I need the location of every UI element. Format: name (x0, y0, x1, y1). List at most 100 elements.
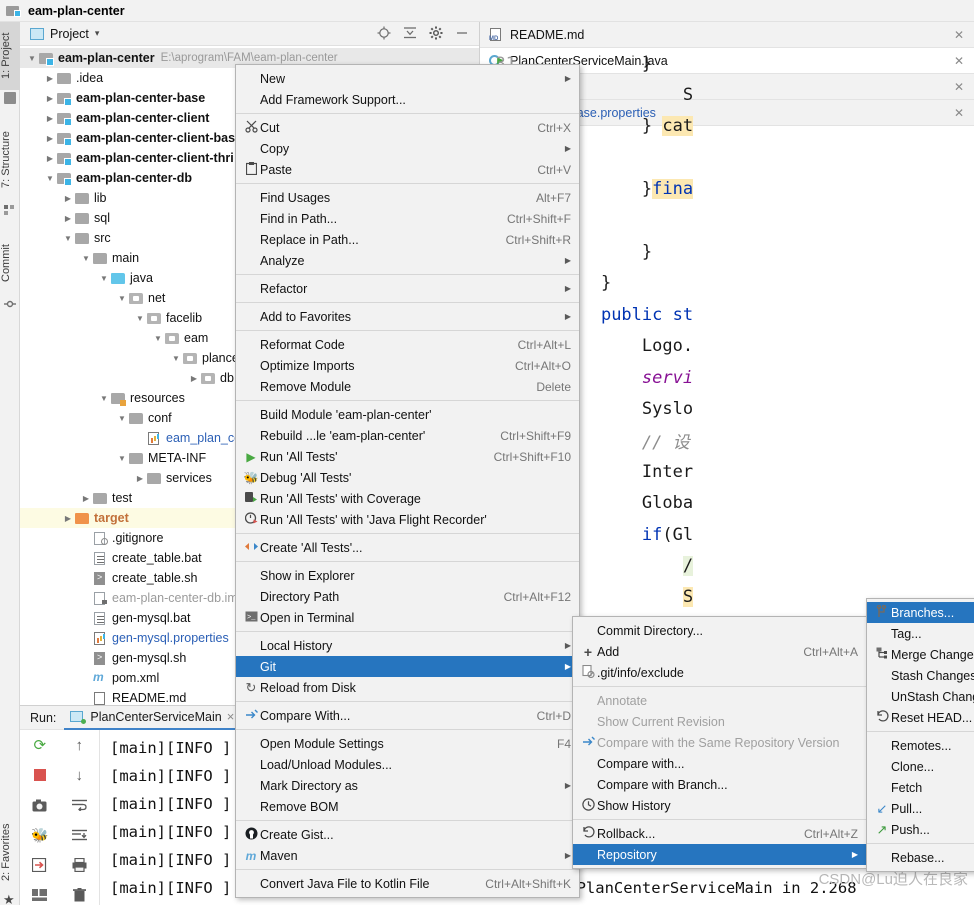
chevron-right-icon[interactable]: ▶ (62, 194, 74, 203)
hide-panel-icon[interactable] (455, 26, 469, 42)
menu-item[interactable]: Repository ▶ (573, 844, 866, 865)
chevron-right-icon[interactable]: ▶ (188, 374, 200, 383)
chevron-right-icon[interactable]: ▶ (62, 214, 74, 223)
menu-item[interactable]: Compare with... (573, 753, 866, 774)
run-tab-close-icon[interactable]: × (227, 709, 235, 724)
menu-item[interactable]: Mark Directory as ▶ (236, 775, 579, 796)
menu-item[interactable]: Merge Changes... (867, 644, 974, 665)
collapse-all-icon[interactable] (403, 26, 417, 42)
menu-item[interactable]: Replace in Path... Ctrl+Shift+R (236, 229, 579, 250)
repository-submenu[interactable]: Branches... Tag... Merge Changes... Stash C… (866, 598, 974, 872)
menu-item[interactable]: Compare With... Ctrl+D (236, 705, 579, 726)
menu-item[interactable]: New ▶ (236, 68, 579, 89)
menu-item[interactable]: Rollback... Ctrl+Alt+Z (573, 823, 866, 844)
menu-item[interactable]: Git ▶ (236, 656, 579, 677)
menu-item[interactable]: Analyze ▶ (236, 250, 579, 271)
menu-item[interactable]: Refactor ▶ (236, 278, 579, 299)
sidebar-tab-commit[interactable]: Commit (0, 230, 20, 296)
menu-item[interactable]: Commit Directory... (573, 620, 866, 641)
menu-item[interactable]: ↗ Push... (867, 819, 974, 840)
menu-item[interactable]: Paste Ctrl+V (236, 159, 579, 180)
menu-item[interactable]: >_ Open in Terminal (236, 607, 579, 628)
trash-icon[interactable] (70, 886, 88, 904)
menu-item[interactable]: ↻ Reload from Disk (236, 677, 579, 698)
chevron-down-icon[interactable]: ▼ (98, 274, 110, 283)
menu-item[interactable]: 🐝 Debug 'All Tests' (236, 467, 579, 488)
locate-icon[interactable] (377, 26, 391, 42)
menu-item[interactable]: Create 'All Tests'... (236, 537, 579, 558)
menu-item[interactable]: Branches... (867, 602, 974, 623)
menu-item[interactable]: Rebuild ...le 'eam-plan-center' Ctrl+Shif… (236, 425, 579, 446)
sidebar-tab-favorites[interactable]: 2: Favorites (0, 812, 20, 892)
menu-item[interactable]: Run 'All Tests' with 'Java Flight Record… (236, 509, 579, 530)
menu-item[interactable]: Reformat Code Ctrl+Alt+L (236, 334, 579, 355)
chevron-right-icon[interactable]: ▶ (62, 514, 74, 523)
menu-item[interactable]: Run 'All Tests' with Coverage (236, 488, 579, 509)
chevron-down-icon[interactable]: ▼ (98, 394, 110, 403)
stop-icon[interactable] (31, 766, 49, 784)
menu-item[interactable]: Show in Explorer (236, 565, 579, 586)
chevron-right-icon[interactable]: ▶ (44, 74, 56, 83)
menu-item[interactable]: Remove BOM (236, 796, 579, 817)
scroll-down-icon[interactable]: ↓ (70, 766, 88, 784)
menu-item[interactable]: Reset HEAD... (867, 707, 974, 728)
layout-icon[interactable] (31, 886, 49, 904)
scroll-up-icon[interactable]: ↑ (70, 736, 88, 754)
screenshot-camera-icon[interactable] (31, 796, 49, 814)
menu-item[interactable]: Add to Favorites ▶ (236, 306, 579, 327)
chevron-down-icon[interactable]: ▾ (95, 28, 100, 39)
menu-item[interactable]: Build Module 'eam-plan-center' (236, 404, 579, 425)
menu-item[interactable]: Add Framework Support... (236, 89, 579, 110)
scroll-to-end-icon[interactable] (70, 826, 88, 844)
chevron-right-icon[interactable]: ▶ (134, 474, 146, 483)
menu-item[interactable]: Local History ▶ (236, 635, 579, 656)
editor-tab-close-icon[interactable]: ✕ (954, 28, 974, 42)
print-icon[interactable] (70, 856, 88, 874)
project-context-menu[interactable]: New ▶ Add Framework Support... Cut Ctrl+X Cop… (235, 64, 580, 898)
debug-attach-icon[interactable]: 🐝 (31, 826, 49, 844)
sidebar-tab-structure[interactable]: 7: Structure (0, 118, 20, 202)
chevron-right-icon[interactable]: ▶ (44, 134, 56, 143)
menu-item[interactable]: Open Module Settings F4 (236, 733, 579, 754)
menu-item[interactable]: Create Gist... (236, 824, 579, 845)
soft-wrap-icon[interactable] (70, 796, 88, 814)
menu-item[interactable]: ↙ Pull... (867, 798, 974, 819)
menu-item[interactable]: ▶ Run 'All Tests' Ctrl+Shift+F10 (236, 446, 579, 467)
menu-item[interactable]: Optimize Imports Ctrl+Alt+O (236, 355, 579, 376)
menu-item[interactable]: Stash Changes... (867, 665, 974, 686)
sidebar-tab-project[interactable]: 1: Project (0, 22, 20, 90)
menu-item[interactable]: Show History (573, 795, 866, 816)
menu-item[interactable]: Clone... (867, 756, 974, 777)
chevron-down-icon[interactable]: ▼ (44, 174, 56, 183)
menu-item[interactable]: Compare with Branch... (573, 774, 866, 795)
chevron-right-icon[interactable]: ▶ (44, 114, 56, 123)
chevron-down-icon[interactable]: ▼ (80, 254, 92, 263)
chevron-right-icon[interactable]: ▶ (44, 94, 56, 103)
chevron-down-icon[interactable]: ▼ (134, 314, 146, 323)
menu-item[interactable]: UnStash Changes... (867, 686, 974, 707)
menu-item[interactable]: + Add Ctrl+Alt+A (573, 641, 866, 662)
menu-item[interactable]: Tag... (867, 623, 974, 644)
menu-item[interactable]: Directory Path Ctrl+Alt+F12 (236, 586, 579, 607)
chevron-down-icon[interactable]: ▼ (116, 294, 128, 303)
menu-item[interactable]: .git/info/exclude (573, 662, 866, 683)
rerun-icon[interactable]: ⟳ (31, 736, 49, 754)
git-submenu[interactable]: Commit Directory... + Add Ctrl+Alt+A .git/in… (572, 616, 867, 869)
menu-item[interactable]: Find Usages Alt+F7 (236, 187, 579, 208)
menu-item[interactable]: Fetch (867, 777, 974, 798)
chevron-right-icon[interactable]: ▶ (44, 154, 56, 163)
chevron-down-icon[interactable]: ▼ (152, 334, 164, 343)
menu-item[interactable]: Remotes... (867, 735, 974, 756)
menu-item[interactable]: Copy ▶ (236, 138, 579, 159)
menu-item[interactable]: m Maven ▶ (236, 845, 579, 866)
chevron-right-icon[interactable]: ▶ (80, 494, 92, 503)
chevron-down-icon[interactable]: ▼ (116, 454, 128, 463)
editor-tab[interactable]: MD README.md ✕ (480, 22, 974, 48)
settings-gear-icon[interactable] (429, 26, 443, 42)
run-tab-plancenterservicemain[interactable]: PlanCenterServiceMain × (64, 706, 241, 730)
chevron-down-icon[interactable]: ▼ (170, 354, 182, 363)
menu-item[interactable]: Cut Ctrl+X (236, 117, 579, 138)
chevron-down-icon[interactable]: ▼ (26, 54, 38, 63)
export-icon[interactable] (31, 856, 49, 874)
menu-item[interactable]: Rebase... (867, 847, 974, 868)
